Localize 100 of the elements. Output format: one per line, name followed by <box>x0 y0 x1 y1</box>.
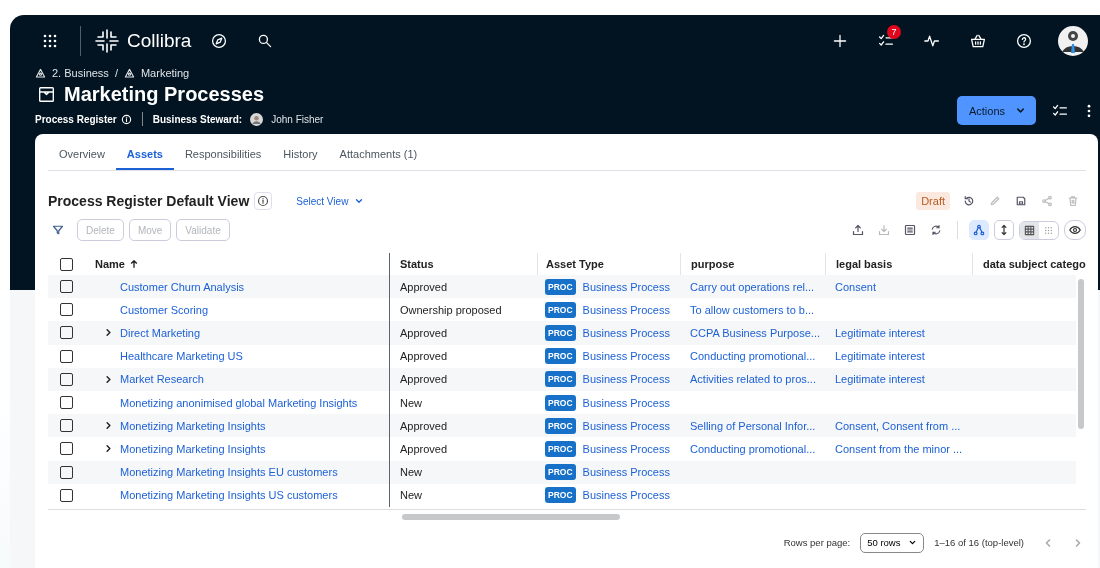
tab[interactable]: Overview <box>48 134 116 170</box>
legal-basis-link[interactable]: Legitimate interest <box>835 373 925 386</box>
asset-name-link[interactable]: Direct Marketing <box>120 326 201 339</box>
row-checkbox[interactable] <box>60 280 73 294</box>
purpose-link[interactable]: Carry out operations rel... <box>690 280 815 293</box>
sync-icon[interactable] <box>930 224 942 236</box>
row-checkbox[interactable] <box>60 326 73 340</box>
upload-icon[interactable] <box>852 224 864 236</box>
row-checkbox[interactable] <box>60 303 73 317</box>
tasks-icon[interactable] <box>878 33 894 49</box>
legal-basis-link[interactable]: Consent from the minor ... <box>835 442 963 455</box>
purpose-link[interactable]: Selling of Personal Infor... <box>690 419 816 432</box>
type-badge: PROC <box>545 371 576 388</box>
visibility-icon[interactable] <box>1064 220 1086 240</box>
column-header[interactable]: Asset Type <box>546 258 604 270</box>
draft-badge: Draft <box>916 192 950 210</box>
chevron-down-icon <box>354 196 365 206</box>
horizontal-scrollbar[interactable] <box>402 513 620 520</box>
asset-type-link[interactable]: Business Process <box>582 442 670 455</box>
row-checkbox[interactable] <box>60 442 73 456</box>
type-badge: PROC <box>545 487 576 504</box>
save-icon[interactable] <box>1015 195 1027 207</box>
tab[interactable]: History <box>272 134 329 170</box>
asset-name-link[interactable]: Monetizing Marketing Insights <box>120 419 266 432</box>
asset-type-link[interactable]: Business Process <box>582 303 670 316</box>
type-badge: PROC <box>545 464 576 481</box>
basket-icon[interactable] <box>970 33 986 49</box>
rows-per-page-select[interactable]: 50 rows <box>860 532 925 553</box>
type-badge: PROC <box>545 440 576 457</box>
type-badge: PROC <box>545 324 576 341</box>
asset-type-link[interactable]: Business Process <box>582 373 670 386</box>
select-view-dropdown[interactable]: Select View <box>290 194 371 208</box>
column-header[interactable]: data subject catego <box>983 258 1086 270</box>
asset-name-link[interactable]: Customer Churn Analysis <box>120 280 245 293</box>
steward-label: Business Steward: <box>152 113 243 125</box>
legal-basis-link[interactable]: Legitimate interest <box>835 350 925 363</box>
breadcrumb-link[interactable]: 2. Business <box>52 67 109 79</box>
row-checkbox[interactable] <box>60 465 73 479</box>
purpose-link[interactable]: Conducting promotional... <box>690 442 816 455</box>
asset-name-link[interactable]: Healthcare Marketing US <box>120 350 243 363</box>
asset-name-link[interactable]: Monetizing Marketing Insights <box>120 442 266 455</box>
status-text: Approved <box>400 442 448 455</box>
checklist-icon[interactable] <box>1052 103 1068 119</box>
type-badge: PROC <box>545 301 576 318</box>
activity-icon[interactable] <box>924 33 940 49</box>
list-icon[interactable] <box>904 224 916 236</box>
row-checkbox[interactable] <box>60 419 73 433</box>
search-icon[interactable] <box>257 33 274 49</box>
purpose-link[interactable]: CCPA Business Purpose... <box>690 326 821 339</box>
user-avatar[interactable] <box>1058 26 1088 56</box>
asset-name-link[interactable]: Customer Scoring <box>120 303 209 316</box>
row-checkbox[interactable] <box>60 349 73 363</box>
row-checkbox[interactable] <box>60 396 73 410</box>
select-all-checkbox[interactable] <box>60 257 73 271</box>
breadcrumb-link[interactable]: Marketing <box>140 67 190 79</box>
asset-type-link[interactable]: Business Process <box>582 396 670 409</box>
chevron-down-icon <box>1015 105 1026 116</box>
tab[interactable]: Attachments (1) <box>328 134 429 170</box>
person-avatar <box>250 112 264 126</box>
apps-grid-icon[interactable] <box>42 33 58 49</box>
compass-icon[interactable] <box>211 33 228 49</box>
community-icon <box>123 67 135 79</box>
grid-icon[interactable] <box>1020 221 1039 239</box>
legal-basis-link[interactable]: Consent, Consent from ... <box>835 419 961 432</box>
logo-text[interactable]: Collibra <box>127 30 192 52</box>
tab[interactable]: Assets <box>115 134 174 170</box>
column-header[interactable]: Status <box>400 258 434 270</box>
purpose-link[interactable]: To allow customers to b... <box>690 303 815 316</box>
plus-icon[interactable] <box>832 33 848 49</box>
hierarchy-icon[interactable] <box>969 220 989 240</box>
asset-name-link[interactable]: Monetizing anonimised global Marketing Insights <box>120 396 358 409</box>
asset-type-link[interactable]: Business Process <box>582 466 670 479</box>
purpose-link[interactable]: Activities related to pros... <box>690 373 816 386</box>
history-icon[interactable] <box>963 195 975 207</box>
actions-button[interactable]: Actions <box>956 96 1036 125</box>
row-height-icon[interactable] <box>994 220 1014 240</box>
legal-basis-link[interactable]: Legitimate interest <box>835 326 925 339</box>
asset-type-link[interactable]: Business Process <box>582 489 670 502</box>
asset-type-link[interactable]: Business Process <box>582 350 670 363</box>
tab[interactable]: Responsibilities <box>173 134 273 170</box>
vertical-scrollbar[interactable] <box>1078 279 1084 429</box>
column-header[interactable]: Name <box>95 258 125 270</box>
column-header[interactable]: purpose <box>691 258 735 270</box>
legal-basis-link[interactable]: Consent <box>835 280 876 293</box>
row-checkbox[interactable] <box>60 372 73 386</box>
steward-name[interactable]: John Fisher <box>271 113 324 125</box>
asset-name-link[interactable]: Monetizing Marketing Insights EU customers <box>120 466 338 479</box>
asset-type-link[interactable]: Business Process <box>582 280 670 293</box>
asset-type-link[interactable]: Business Process <box>582 326 670 339</box>
purpose-link[interactable]: Conducting promotional... <box>690 350 816 363</box>
help-icon[interactable] <box>1016 33 1032 49</box>
asset-type-link[interactable]: Business Process <box>582 419 670 432</box>
filter-icon[interactable] <box>52 224 64 236</box>
row-checkbox[interactable] <box>60 488 73 502</box>
sort-arrow-icon[interactable] <box>128 259 139 269</box>
asset-name-link[interactable]: Monetizing Marketing Insights US customers <box>120 489 338 502</box>
asset-name-link[interactable]: Market Research <box>120 373 204 386</box>
more-icon[interactable] <box>1086 103 1092 119</box>
page-range: 1–16 of 16 (top-level) <box>934 537 1024 549</box>
column-header[interactable]: legal basis <box>836 258 893 270</box>
